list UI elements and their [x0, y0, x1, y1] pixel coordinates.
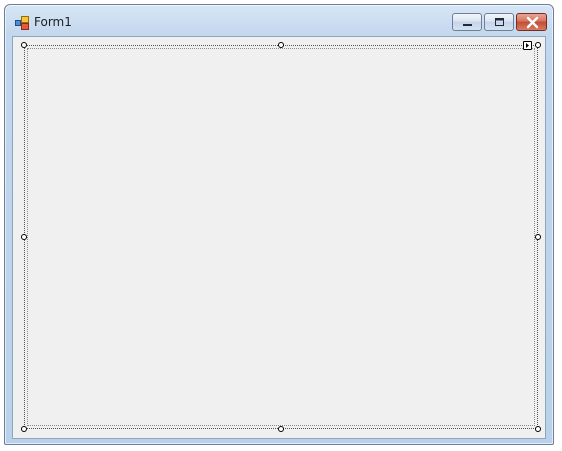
selected-control-outline[interactable] — [24, 45, 538, 429]
resize-handle-top-center[interactable] — [278, 42, 284, 48]
resize-handle-bottom-left[interactable] — [21, 426, 27, 432]
form-client-area[interactable] — [12, 36, 546, 439]
maximize-button[interactable] — [484, 13, 514, 31]
selection-inner-border — [27, 48, 535, 426]
resize-handle-middle-right[interactable] — [535, 234, 541, 240]
resize-handle-bottom-right[interactable] — [535, 426, 541, 432]
caption-buttons — [452, 13, 547, 31]
resize-handle-top-left[interactable] — [21, 42, 27, 48]
close-icon — [526, 16, 539, 29]
resize-handle-top-right[interactable] — [535, 42, 541, 48]
resize-handle-middle-left[interactable] — [21, 234, 27, 240]
smart-tag-button[interactable] — [523, 41, 532, 50]
title-bar[interactable]: Form1 — [5, 5, 553, 36]
form-window[interactable]: Form1 — [4, 4, 554, 445]
maximize-icon — [495, 18, 504, 26]
close-button[interactable] — [516, 13, 547, 31]
minimize-icon — [463, 24, 472, 26]
window-title: Form1 — [34, 15, 72, 29]
resize-handle-bottom-center[interactable] — [278, 426, 284, 432]
minimize-button[interactable] — [452, 13, 482, 31]
smart-tag-arrow-icon — [526, 43, 529, 48]
form-icon[interactable] — [15, 15, 29, 30]
